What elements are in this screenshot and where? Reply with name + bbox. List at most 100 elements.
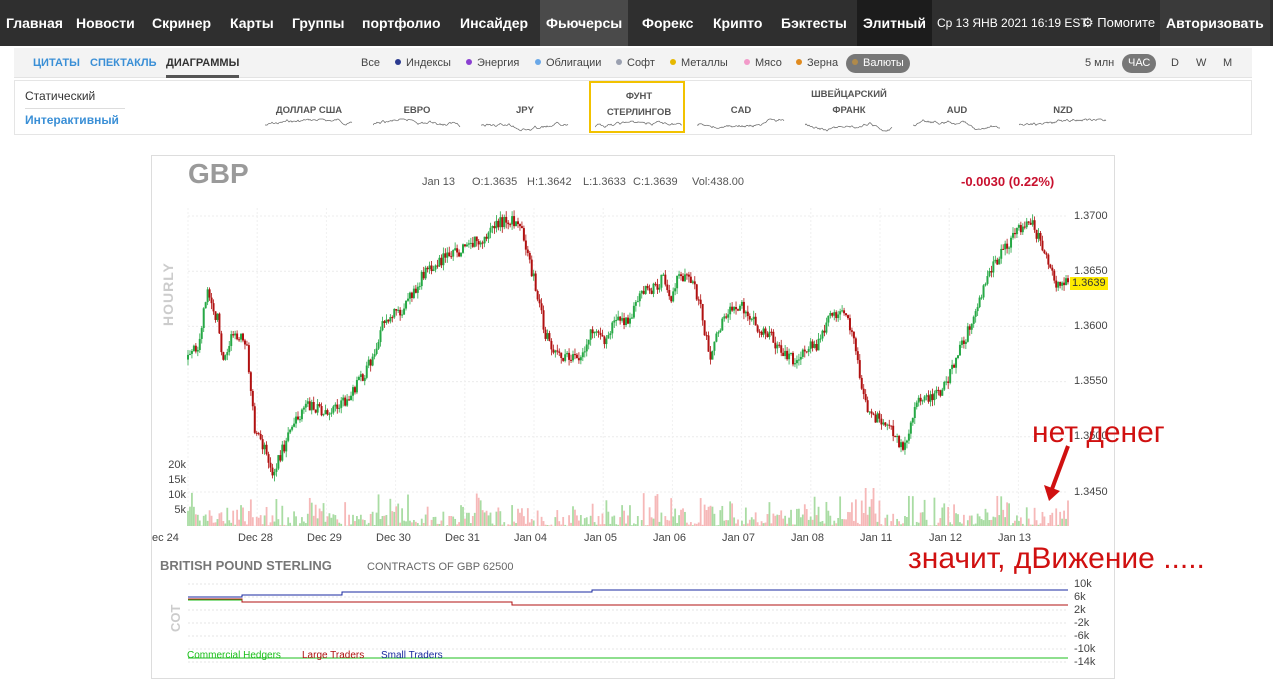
candle-body xyxy=(742,301,745,314)
currency-card[interactable]: JPY xyxy=(477,81,573,133)
sparkline-chart xyxy=(697,118,785,129)
currency-card[interactable]: NZD xyxy=(1015,81,1111,133)
volume-bar xyxy=(729,501,732,526)
nav-news[interactable]: Новости xyxy=(70,0,141,46)
volume-bar xyxy=(436,523,439,526)
candle-body xyxy=(350,395,353,401)
volume-bar xyxy=(727,520,730,526)
candle-body xyxy=(352,387,354,396)
mode-static[interactable]: Статический xyxy=(25,89,125,109)
currency-card[interactable]: ШВЕЙЦАРСКИЙ ФРАНК xyxy=(801,81,897,133)
filter-bonds[interactable]: Облигации xyxy=(529,54,607,73)
volume-bar xyxy=(572,506,574,526)
nav-screener[interactable]: Скринер xyxy=(146,0,217,46)
filter-grains[interactable]: Зерна xyxy=(790,54,844,73)
volume-bar xyxy=(277,519,280,526)
candle-body xyxy=(613,320,616,323)
candle-body xyxy=(658,287,661,290)
volume-bar xyxy=(744,507,747,526)
candle-body xyxy=(815,344,818,351)
currency-card[interactable]: ФУНТ СТЕРЛИНГОВ xyxy=(589,81,685,133)
currency-card[interactable]: CAD xyxy=(693,81,789,133)
candle-body xyxy=(638,293,641,302)
candle-body xyxy=(986,276,989,284)
x-tick: Dec 31 xyxy=(445,532,480,544)
chart-plot-area[interactable] xyxy=(152,156,1114,678)
candle-body xyxy=(772,331,775,343)
tab-performance[interactable]: СПЕКТАКЛЬ xyxy=(90,48,156,78)
help-link[interactable]: ⚙ Помогите xyxy=(1082,0,1155,46)
candle-body xyxy=(499,217,502,228)
tab-quotes[interactable]: ЦИТАТЫ xyxy=(33,48,80,78)
legend-large: Large Traders xyxy=(302,650,365,661)
candle-body xyxy=(359,374,362,378)
timeframe-day[interactable]: D xyxy=(1165,54,1185,73)
nav-maps[interactable]: Карты xyxy=(224,0,280,46)
volume-bar xyxy=(605,500,608,526)
volume-bar xyxy=(878,500,881,526)
volume-bar xyxy=(273,521,276,526)
filter-all[interactable]: Все xyxy=(355,54,386,73)
candle-body xyxy=(907,433,910,441)
candle-body xyxy=(526,249,529,253)
timeframe-hour[interactable]: ЧАС xyxy=(1122,54,1157,73)
volume-bar xyxy=(703,504,706,526)
candle-body xyxy=(884,422,887,426)
volume-bar xyxy=(238,519,240,526)
candle-body xyxy=(491,226,494,228)
nav-elite[interactable]: Элитный xyxy=(857,0,932,46)
candle-body xyxy=(982,285,985,298)
filter-softs[interactable]: Софт xyxy=(610,54,661,73)
cot-contracts: CONTRACTS OF GBP 62500 xyxy=(367,561,514,573)
x-tick: Jan 04 xyxy=(514,532,548,544)
candle-body xyxy=(210,297,213,304)
timeframe-month[interactable]: M xyxy=(1217,54,1238,73)
filter-energy[interactable]: Энергия xyxy=(460,54,525,73)
mode-interactive[interactable]: Интерактивный xyxy=(25,113,119,127)
candle-body xyxy=(230,334,233,346)
currency-card[interactable]: AUD xyxy=(909,81,1005,133)
nav-portfolio[interactable]: портфолио xyxy=(356,0,447,46)
candle-body xyxy=(880,418,883,425)
candle-body xyxy=(348,399,351,401)
candle-body xyxy=(242,333,244,341)
candle-body xyxy=(725,316,728,318)
filter-indices[interactable]: Индексы xyxy=(389,54,457,73)
candle-body xyxy=(597,331,600,333)
tab-charts[interactable]: ДИАГРАММЫ xyxy=(166,48,240,78)
timeframe-5min[interactable]: 5 млн xyxy=(1079,54,1120,73)
timeframe-week[interactable]: W xyxy=(1190,54,1212,73)
login-button[interactable]: Авторизовать xyxy=(1160,0,1270,46)
candle-body xyxy=(414,288,417,293)
nav-crypto[interactable]: Крипто xyxy=(707,0,768,46)
volume-bar xyxy=(670,498,673,526)
candle-body xyxy=(1039,232,1042,241)
nav-home[interactable]: Главная xyxy=(0,0,69,46)
nav-insider[interactable]: Инсайдер xyxy=(454,0,534,46)
nav-groups[interactable]: Группы xyxy=(286,0,350,46)
candle-body xyxy=(564,354,567,361)
volume-bar xyxy=(752,519,755,526)
candle-body xyxy=(462,244,464,253)
candle-body xyxy=(660,274,663,288)
currency-card[interactable]: ЕВРО xyxy=(369,81,465,133)
volume-bar xyxy=(554,517,557,526)
candle-body xyxy=(1013,232,1016,235)
candle-body xyxy=(636,301,639,303)
annotation-arrow-icon xyxy=(1044,445,1070,501)
currency-card[interactable]: ДОЛЛАР США xyxy=(261,81,357,133)
filter-metals[interactable]: Металлы xyxy=(664,54,734,73)
volume-bar xyxy=(603,524,606,526)
nav-backtests[interactable]: Бэктесты xyxy=(775,0,853,46)
volume-bar xyxy=(705,510,708,526)
nav-forex[interactable]: Форекс xyxy=(636,0,699,46)
currency-name-line2: ДОЛЛАР США xyxy=(275,105,343,116)
nav-futures[interactable]: Фьючерсы xyxy=(540,0,629,46)
filter-meat[interactable]: Мясо xyxy=(738,54,788,73)
volume-bar xyxy=(994,517,997,526)
volume-bar xyxy=(794,524,796,526)
volume-bar xyxy=(375,512,378,526)
candle-body xyxy=(719,330,722,333)
volume-bar xyxy=(801,514,804,526)
filter-currencies[interactable]: Валюты xyxy=(846,54,910,73)
